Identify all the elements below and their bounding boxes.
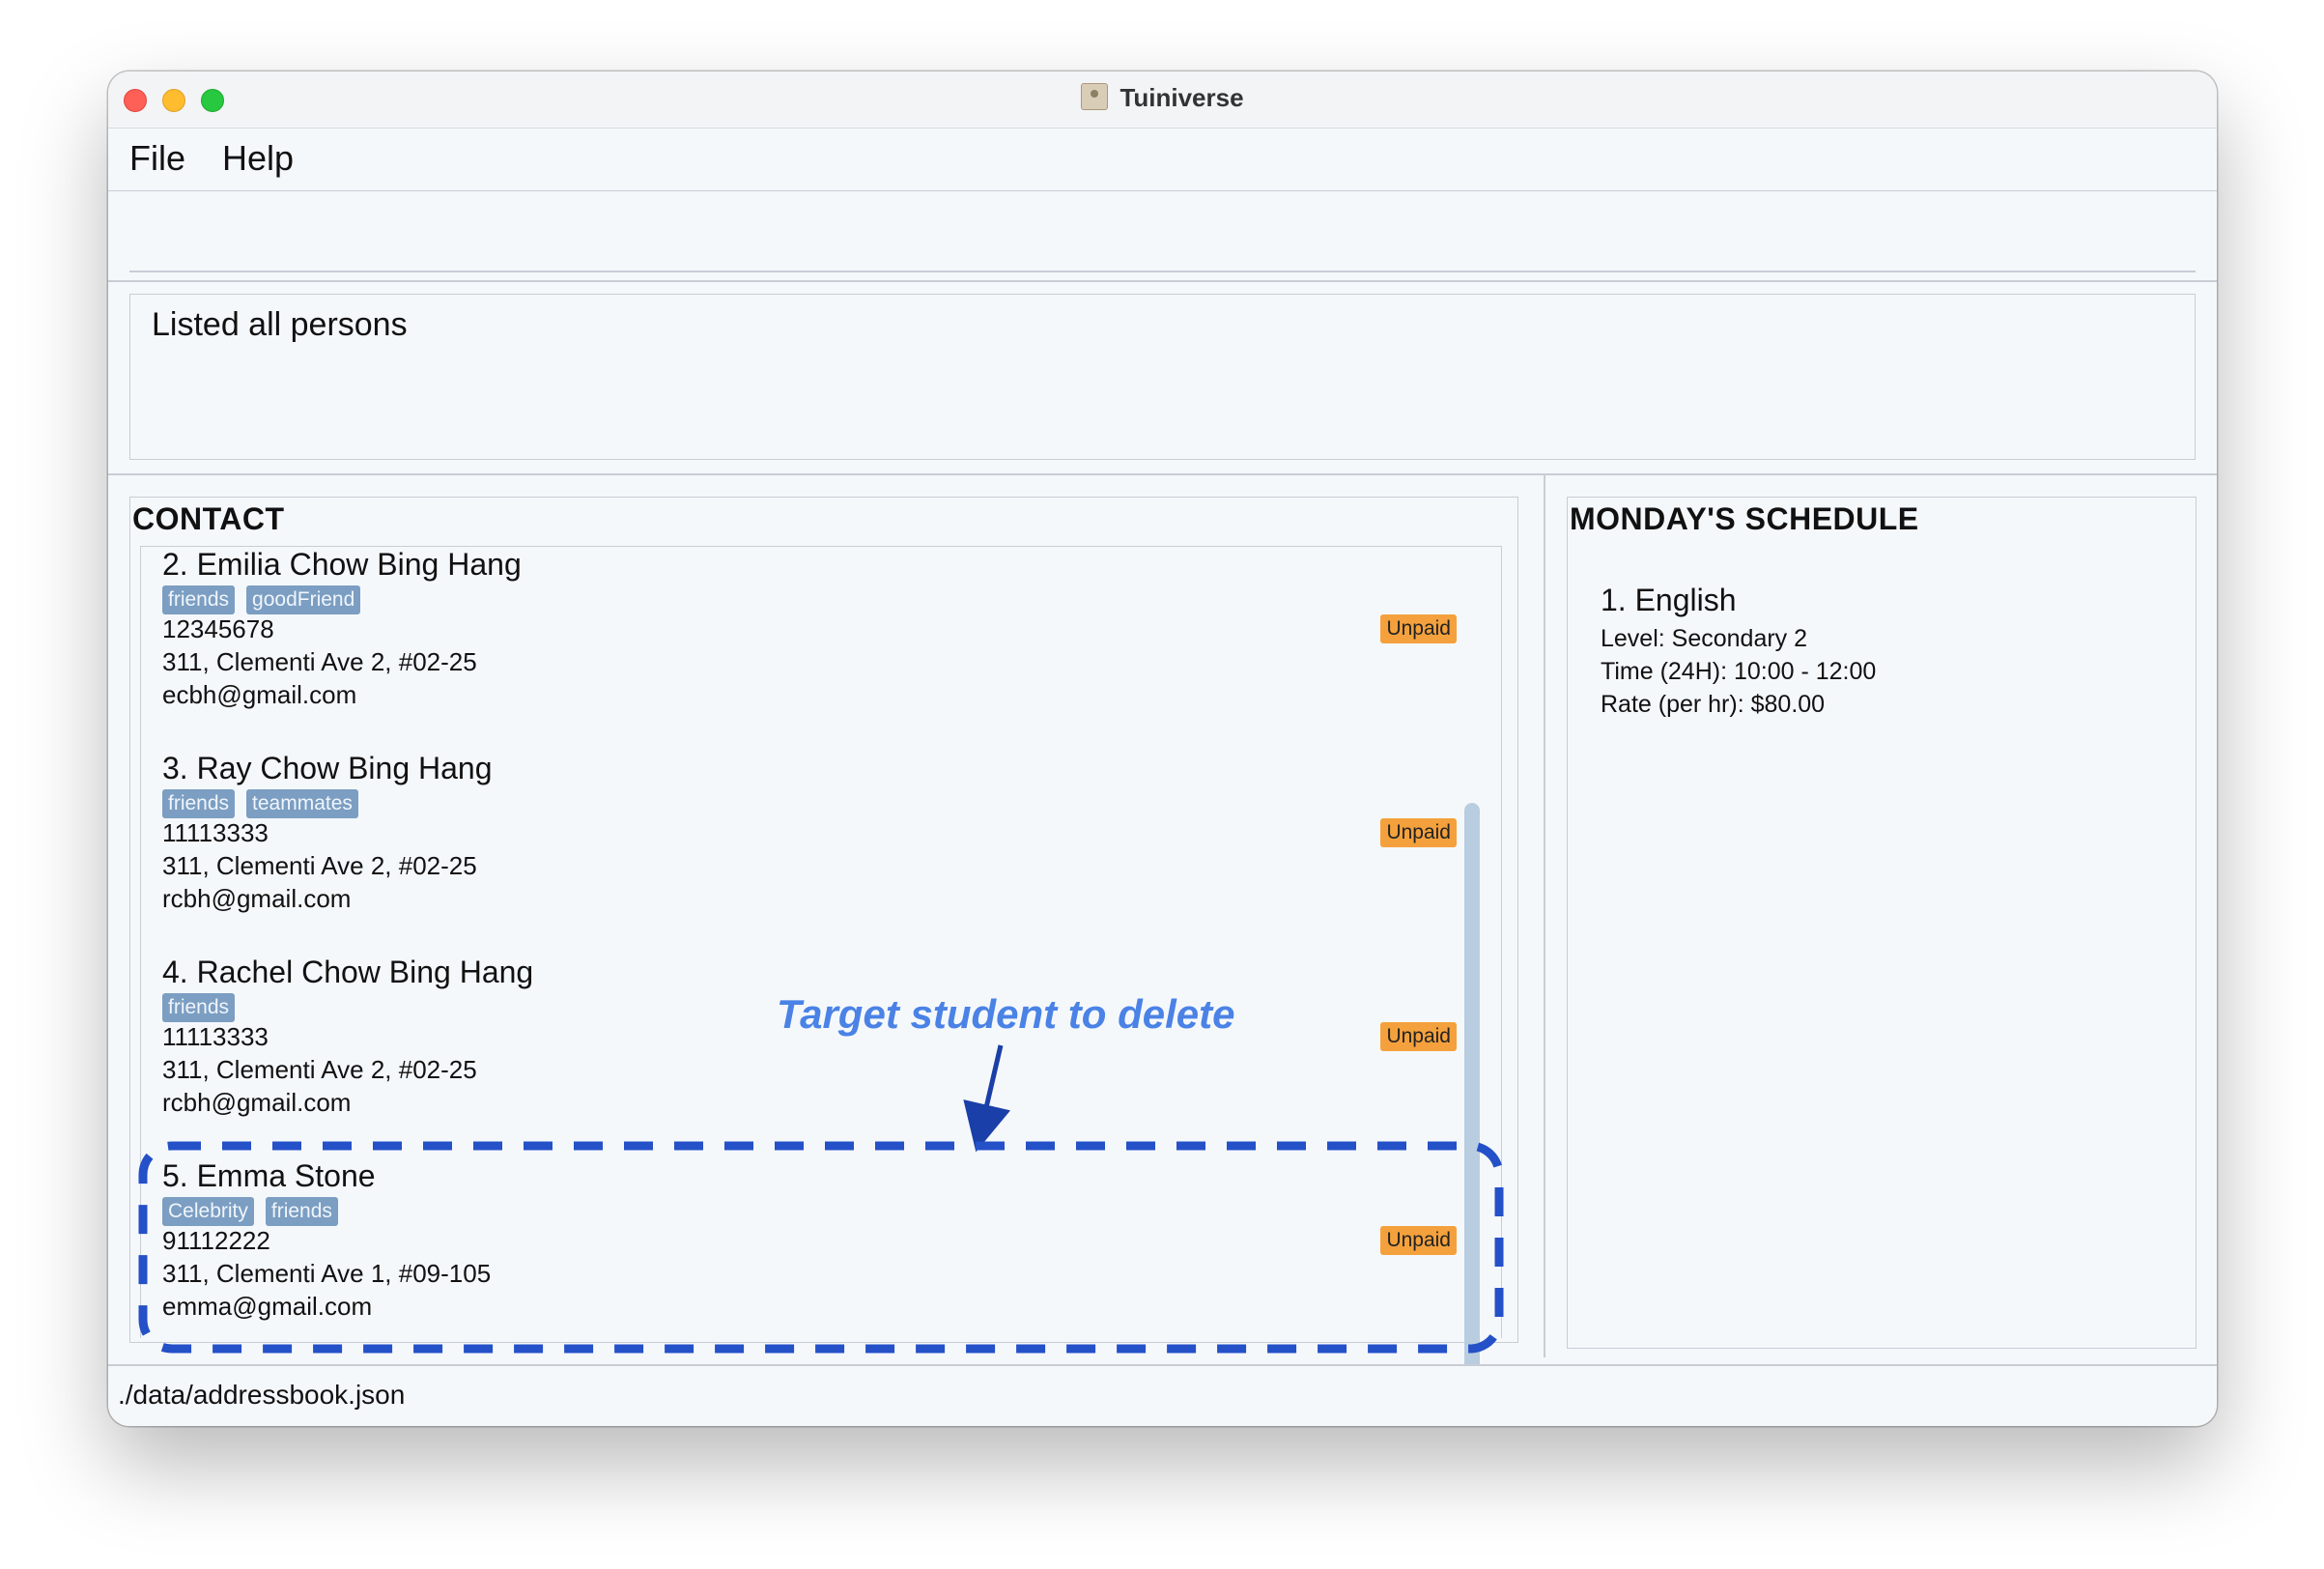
contact-phone: 91112222 (162, 1226, 270, 1255)
contact-list-scrollbar[interactable] (1464, 803, 1480, 1410)
schedule-panel: MONDAY'S SCHEDULE 1. English Level: Seco… (1567, 497, 2196, 1349)
menu-help[interactable]: Help (222, 138, 294, 179)
contact-list[interactable]: 2. Emilia Chow Bing Hang friends goodFrie… (140, 546, 1502, 1338)
payment-status-badge: Unpaid (1380, 1022, 1457, 1051)
contact-name: 3. Ray Chow Bing Hang (162, 751, 493, 785)
payment-status-badge: Unpaid (1380, 614, 1457, 643)
contact-address: 311, Clementi Ave 1, #09-105 (162, 1259, 492, 1288)
title-bar: Tuiniverse (108, 71, 2217, 128)
schedule-item[interactable]: 1. English Level: Secondary 2 Time (24H)… (1601, 583, 1876, 721)
contact-address: 311, Clementi Ave 2, #02-25 (162, 1055, 477, 1084)
window-title: Tuiniverse (1119, 83, 1244, 112)
scrollbar-thumb[interactable] (1464, 803, 1480, 1410)
contact-panel: CONTACT 2. Emilia Chow Bing Hang friends… (129, 497, 1518, 1343)
contact-email: ecbh@gmail.com (162, 680, 357, 709)
tag: goodFriend (246, 585, 361, 614)
contact-card-target[interactable]: 5. Emma Stone Celebrity friends 91112222 … (162, 1158, 1457, 1338)
tag: friends (162, 585, 236, 614)
result-display: Listed all persons (129, 294, 2196, 460)
tag: teammates (246, 789, 358, 818)
status-bar: ./data/addressbook.json (108, 1364, 2217, 1426)
section-divider (108, 473, 2217, 475)
command-input-underline (129, 271, 2196, 272)
panel-divider (1544, 474, 1545, 1357)
data-file-path: ./data/addressbook.json (118, 1380, 406, 1410)
lesson-level: Level: Secondary 2 (1601, 625, 1808, 652)
contact-email: emma@gmail.com (162, 1292, 373, 1321)
contact-name: 5. Emma Stone (162, 1158, 376, 1193)
tag: friends (162, 789, 236, 818)
app-icon (1081, 83, 1109, 110)
annotation-label: Target student to delete (777, 991, 1235, 1037)
contact-phone: 11113333 (162, 818, 269, 847)
window-title-group: Tuiniverse (108, 83, 2217, 113)
contact-email: rcbh@gmail.com (162, 1088, 352, 1117)
payment-status-badge: Unpaid (1380, 818, 1457, 847)
tag: friends (162, 993, 236, 1022)
contact-tags: friends teammates (162, 789, 370, 818)
menu-bar: File Help (108, 128, 2217, 191)
payment-status-badge: Unpaid (1380, 1226, 1457, 1255)
tag: Celebrity (162, 1197, 254, 1226)
contact-card[interactable]: 4. Rachel Chow Bing Hang friends 1111333… (162, 955, 1457, 1157)
contact-card[interactable]: 2. Emilia Chow Bing Hang friends goodFrie… (162, 547, 1457, 750)
contact-tags: friends (162, 993, 246, 1022)
contact-phone: 12345678 (162, 614, 274, 643)
command-box[interactable] (108, 191, 2217, 282)
contact-name: 4. Rachel Chow Bing Hang (162, 955, 534, 989)
contact-address: 311, Clementi Ave 2, #02-25 (162, 851, 477, 880)
app-window: Tuiniverse File Help Listed all persons … (108, 71, 2217, 1426)
lesson-rate: Rate (per hr): $80.00 (1601, 691, 1826, 718)
contact-tags: Celebrity friends (162, 1197, 350, 1226)
menu-file[interactable]: File (129, 138, 185, 179)
contact-address: 311, Clementi Ave 2, #02-25 (162, 647, 477, 676)
contact-phone: 11113333 (162, 1022, 269, 1051)
contact-tags: friends goodFriend (162, 585, 372, 614)
lesson-title: 1. English (1601, 583, 1737, 617)
result-message: Listed all persons (152, 306, 408, 343)
contact-panel-title: CONTACT (132, 501, 285, 536)
lesson-time: Time (24H): 10:00 - 12:00 (1601, 658, 1877, 685)
tag: friends (265, 1197, 338, 1226)
contact-email: rcbh@gmail.com (162, 884, 352, 913)
schedule-panel-title: MONDAY'S SCHEDULE (1570, 501, 1919, 536)
contact-name: 2. Emilia Chow Bing Hang (162, 547, 522, 582)
contact-card[interactable]: 3. Ray Chow Bing Hang friends teammates 1… (162, 751, 1457, 954)
